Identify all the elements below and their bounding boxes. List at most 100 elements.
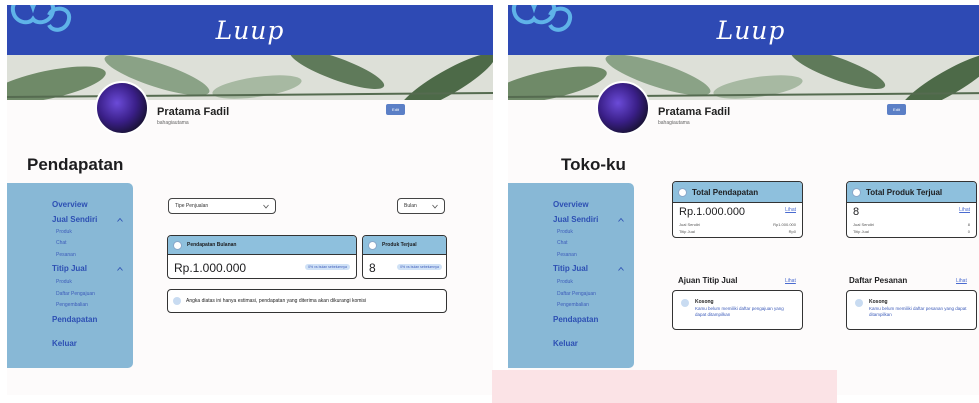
edit-profile-button[interactable]: Edit [887, 104, 906, 115]
sidebar-subitem-pesanan[interactable]: Pesanan [557, 252, 577, 258]
card-header: Total Produk Terjual [847, 182, 976, 203]
pesanan-section-title: Daftar Pesanan [849, 276, 908, 285]
card-header: Produk Terjual [363, 236, 446, 255]
card-title: Produk Terjual [382, 242, 417, 248]
profile-name: Pratama Fadil [157, 106, 230, 118]
sidebar-subitem-pengembalian[interactable]: Pengembalian [56, 302, 88, 308]
edit-profile-button[interactable]: Edit [386, 104, 405, 115]
profile-handle: bahagiautama [157, 120, 189, 126]
empty-description: Kamu belum memiliki daftar pengajuan yan… [695, 306, 784, 317]
brand-title: Luup [215, 16, 285, 45]
profile-banner [508, 55, 979, 100]
decorative-strip [492, 370, 837, 403]
income-icon [678, 187, 687, 197]
product-icon [852, 187, 861, 197]
sold-change-badge: 0% vs bulan sebelumnya [397, 264, 442, 270]
sidebar-subitem-produk-titip[interactable]: Produk [56, 279, 72, 285]
sidebar-item-jual-sendiri[interactable]: Jual Sendiri [52, 215, 97, 224]
total-sold-see-link[interactable]: Lihat [959, 207, 970, 213]
total-income-card: Total Pendapatan Rp.1.000.000 Lihat Jual… [672, 181, 803, 238]
sidebar-subitem-pengembalian[interactable]: Pengembalian [557, 302, 589, 308]
info-icon [681, 299, 689, 307]
note-text: Angka diatas ini hanya estimasi, pendapa… [186, 298, 367, 304]
sidebar-subitem-pesanan[interactable]: Pesanan [56, 252, 76, 258]
row-label: Titip Jual [679, 229, 695, 234]
ajuan-see-link[interactable]: Lihat [785, 278, 796, 284]
app-header: Luup [7, 5, 493, 55]
row-label: Jual Sendiri [679, 222, 700, 227]
monthly-income-value: Rp.1.000.000 [174, 261, 247, 275]
row-value: 0 [967, 229, 970, 234]
avatar[interactable] [596, 81, 650, 135]
sidebar-subitem-chat[interactable]: Chat [56, 240, 67, 246]
profile-name: Pratama Fadil [658, 106, 731, 118]
empty-description: Kamu belum memiliki daftar pesanan yang … [869, 306, 967, 317]
sidebar-item-titip-jual[interactable]: Titip Jual [52, 264, 87, 273]
chevron-up-icon[interactable] [117, 217, 123, 223]
ajuan-section-title: Ajuan Titip Jual [678, 276, 738, 285]
avatar[interactable] [95, 81, 149, 135]
info-icon [855, 299, 863, 307]
total-sold-value: 8 [853, 206, 860, 218]
sidebar-item-jual-sendiri[interactable]: Jual Sendiri [553, 215, 598, 224]
sidebar: Overview Jual Sendiri Produk Chat Pesana… [508, 183, 634, 368]
panel-pendapatan: Luup Pratama Fadil bahagiautama Edit Pen… [7, 5, 493, 395]
row-value: Rp1.000.000 [773, 222, 796, 227]
period-value: Bulan [404, 203, 417, 209]
chevron-up-icon[interactable] [117, 266, 123, 272]
sidebar-subitem-chat[interactable]: Chat [557, 240, 568, 246]
pesanan-empty-state: Kosong Kamu belum memiliki daftar pesana… [846, 290, 977, 330]
sidebar-subitem-daftar-pengajuan[interactable]: Daftar Pengajuan [56, 291, 95, 297]
product-icon [368, 240, 377, 250]
sidebar-subitem-produk-titip[interactable]: Produk [557, 279, 573, 285]
empty-title: Kosong [695, 299, 714, 305]
card-title: Pendapatan Bulanan [187, 242, 237, 248]
chevron-down-icon [263, 204, 269, 209]
pesanan-see-link[interactable]: Lihat [956, 278, 967, 284]
row-label: Jual Sendiri [853, 222, 874, 227]
card-header: Total Pendapatan [673, 182, 802, 203]
total-income-see-link[interactable]: Lihat [785, 207, 796, 213]
row-value: 8 [967, 222, 970, 227]
income-icon [173, 240, 182, 250]
chevron-up-icon[interactable] [618, 266, 624, 272]
row-value: Rp0 [788, 229, 796, 234]
sidebar-item-pendapatan[interactable]: Pendapatan [553, 315, 598, 324]
leaf-image [7, 55, 493, 100]
page: Luup Pratama Fadil bahagiautama Edit Pen… [0, 0, 979, 403]
income-change-badge: 0% vs bulan sebelumnya [305, 264, 350, 270]
sidebar-item-titip-jual[interactable]: Titip Jual [553, 264, 588, 273]
sidebar-subitem-produk[interactable]: Produk [56, 229, 72, 235]
info-icon [173, 297, 181, 305]
row-label: Titip Jual [853, 229, 869, 234]
period-dropdown[interactable]: Bulan [397, 198, 445, 214]
sidebar: Overview Jual Sendiri Produk Chat Pesana… [7, 183, 133, 368]
products-sold-card: Produk Terjual 8 0% vs bulan sebelumnya [362, 235, 447, 279]
total-income-value: Rp.1.000.000 [679, 206, 746, 218]
estimate-note: Angka diatas ini hanya estimasi, pendapa… [167, 289, 447, 313]
sidebar-item-overview[interactable]: Overview [553, 200, 589, 209]
sidebar-item-pendapatan[interactable]: Pendapatan [52, 315, 97, 324]
sidebar-item-keluar[interactable]: Keluar [52, 339, 77, 348]
empty-title: Kosong [869, 299, 888, 305]
total-sold-card: Total Produk Terjual 8 Lihat Jual Sendir… [846, 181, 977, 238]
sales-type-value: Tipe Penjualan [175, 203, 209, 209]
card-header: Pendapatan Bulanan [168, 236, 356, 255]
monthly-income-card: Pendapatan Bulanan Rp.1.000.000 0% vs bu… [167, 235, 357, 279]
page-title: Toko-ku [561, 155, 626, 174]
products-sold-value: 8 [369, 261, 376, 275]
sales-type-dropdown[interactable]: Tipe Penjualan [168, 198, 276, 214]
sidebar-item-overview[interactable]: Overview [52, 200, 88, 209]
chevron-up-icon[interactable] [618, 217, 624, 223]
sidebar-subitem-produk[interactable]: Produk [557, 229, 573, 235]
sidebar-subitem-daftar-pengajuan[interactable]: Daftar Pengajuan [557, 291, 596, 297]
profile-handle: bahagiautama [658, 120, 690, 126]
profile-banner [7, 55, 493, 100]
sidebar-item-keluar[interactable]: Keluar [553, 339, 578, 348]
app-header: Luup [508, 5, 979, 55]
ajuan-empty-state: Kosong Kamu belum memiliki daftar pengaj… [672, 290, 803, 330]
chevron-down-icon [432, 204, 438, 209]
panel-toko-ku: Luup Pratama Fadil bahagiautama Edit Tok… [508, 5, 979, 395]
card-title: Total Produk Terjual [866, 187, 943, 197]
card-title: Total Pendapatan [692, 187, 759, 197]
